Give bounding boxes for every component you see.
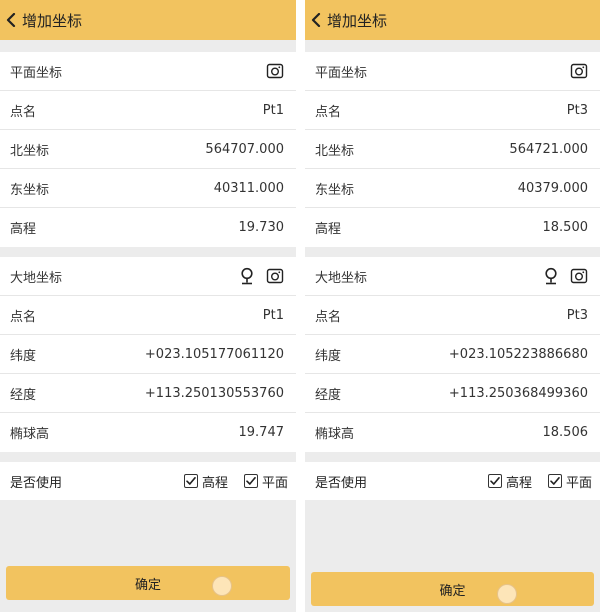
ellipsoid-height-value: 18.506 (542, 425, 589, 440)
geodetic-icons (542, 267, 588, 285)
elevation-checkbox[interactable]: 高程 (487, 472, 532, 491)
plane-checkbox-label: 平面 (261, 475, 288, 491)
usage-label: 是否使用 (315, 475, 368, 491)
latitude-value: +023.105177061120 (144, 346, 284, 362)
longitude-value: +113.250368499360 (448, 385, 588, 401)
easting-value: 40379.000 (517, 180, 588, 196)
touch-indicator (212, 576, 232, 596)
point-name-label: 点名 (315, 104, 342, 120)
geodetic-coordinates-section: 大地坐标 点名 Pt3 纬度 +023.105223886680 经度 +113… (305, 257, 600, 452)
plane-header: 平面坐标 (10, 65, 63, 81)
northing-row[interactable]: 北坐标 564721.000 (305, 130, 600, 169)
camera-icon[interactable] (266, 267, 284, 285)
geodetic-header-row: 大地坐标 (0, 257, 296, 296)
plane-coordinates-section: 平面坐标 点名 Pt3 北坐标 564721.000 东坐标 40379.000… (305, 52, 600, 247)
checkbox-checked-icon (183, 474, 198, 488)
camera-icon[interactable] (570, 267, 588, 285)
confirm-button[interactable]: 确定 (6, 566, 290, 600)
longitude-row[interactable]: 经度 +113.250130553760 (0, 374, 296, 413)
northing-value: 564707.000 (205, 141, 284, 157)
northing-label: 北坐标 (10, 143, 50, 159)
geodetic-header: 大地坐标 (315, 270, 368, 286)
confirm-button[interactable]: 确定 (311, 572, 594, 606)
elevation-value: 18.500 (542, 220, 589, 235)
screen-left: 增加坐标 平面坐标 点名 Pt1 北坐标 564707.000 东坐标 4031… (0, 0, 296, 612)
point-name-value: Pt1 (262, 102, 284, 118)
geodetic-header: 大地坐标 (10, 270, 63, 286)
easting-row[interactable]: 东坐标 40311.000 (0, 169, 296, 208)
elevation-checkbox-label: 高程 (201, 475, 228, 491)
usage-label: 是否使用 (10, 475, 63, 491)
latitude-label: 纬度 (10, 348, 37, 364)
point-name-row[interactable]: 点名 Pt3 (305, 91, 600, 130)
camera-icon[interactable] (570, 62, 588, 80)
longitude-row[interactable]: 经度 +113.250368499360 (305, 374, 600, 413)
latitude-label: 纬度 (315, 348, 342, 364)
elevation-checkbox-label: 高程 (505, 475, 532, 491)
plane-checkbox[interactable]: 平面 (547, 472, 592, 491)
point-name-row[interactable]: 点名 Pt1 (0, 91, 296, 130)
longitude-label: 经度 (315, 387, 342, 403)
easting-label: 东坐标 (10, 182, 50, 198)
back-icon[interactable] (311, 12, 325, 28)
location-pin-icon[interactable] (238, 267, 256, 285)
app-bar: 增加坐标 (305, 0, 600, 40)
geo-point-name-row[interactable]: 点名 Pt3 (305, 296, 600, 335)
elevation-checkbox[interactable]: 高程 (183, 472, 228, 491)
plane-checkbox-label: 平面 (565, 475, 592, 491)
back-icon[interactable] (6, 12, 20, 28)
point-name-label: 点名 (10, 104, 37, 120)
plane-checkbox[interactable]: 平面 (243, 472, 288, 491)
longitude-label: 经度 (10, 387, 37, 403)
northing-row[interactable]: 北坐标 564707.000 (0, 130, 296, 169)
northing-label: 北坐标 (315, 143, 355, 159)
elevation-row[interactable]: 高程 19.730 (0, 208, 296, 247)
elevation-row[interactable]: 高程 18.500 (305, 208, 600, 247)
checkbox-checked-icon (487, 474, 502, 488)
usage-checks: 高程 平面 (183, 472, 288, 491)
latitude-value: +023.105223886680 (448, 346, 588, 362)
plane-coordinates-section: 平面坐标 点名 Pt1 北坐标 564707.000 东坐标 40311.000… (0, 52, 296, 247)
latitude-row[interactable]: 纬度 +023.105177061120 (0, 335, 296, 374)
elevation-value: 19.730 (238, 220, 285, 235)
checkbox-checked-icon (547, 474, 562, 488)
location-pin-icon[interactable] (542, 267, 560, 285)
ellipsoid-height-label: 椭球高 (315, 427, 355, 442)
screen-right: 增加坐标 平面坐标 点名 Pt3 北坐标 564721.000 东坐标 4037… (305, 0, 600, 612)
geo-point-name-label: 点名 (10, 309, 37, 325)
plane-header: 平面坐标 (315, 65, 368, 81)
longitude-value: +113.250130553760 (144, 385, 284, 401)
ellipsoid-height-row[interactable]: 椭球高 18.506 (305, 413, 600, 452)
plane-header-row: 平面坐标 (0, 52, 296, 91)
usage-row: 是否使用 高程 平面 (305, 462, 600, 500)
geodetic-coordinates-section: 大地坐标 点名 Pt1 纬度 +023.105177061120 经度 +113… (0, 257, 296, 452)
point-name-value: Pt3 (566, 102, 588, 118)
elevation-label: 高程 (10, 222, 37, 237)
camera-icon[interactable] (266, 62, 284, 80)
usage-checks: 高程 平面 (487, 472, 592, 491)
northing-value: 564721.000 (509, 141, 588, 157)
usage-row: 是否使用 高程 平面 (0, 462, 296, 500)
touch-indicator (497, 584, 517, 604)
geo-point-name-value: Pt1 (262, 307, 284, 323)
easting-label: 东坐标 (315, 182, 355, 198)
geo-point-name-row[interactable]: 点名 Pt1 (0, 296, 296, 335)
ellipsoid-height-row[interactable]: 椭球高 19.747 (0, 413, 296, 452)
geo-point-name-label: 点名 (315, 309, 342, 325)
ellipsoid-height-label: 椭球高 (10, 427, 50, 442)
easting-value: 40311.000 (213, 180, 284, 196)
app-bar: 增加坐标 (0, 0, 296, 40)
plane-header-row: 平面坐标 (305, 52, 600, 91)
easting-row[interactable]: 东坐标 40379.000 (305, 169, 600, 208)
ellipsoid-height-value: 19.747 (238, 425, 285, 440)
geodetic-header-row: 大地坐标 (305, 257, 600, 296)
page-title: 增加坐标 (22, 11, 83, 30)
page-title: 增加坐标 (327, 11, 388, 30)
checkbox-checked-icon (243, 474, 258, 488)
elevation-label: 高程 (315, 222, 342, 237)
latitude-row[interactable]: 纬度 +023.105223886680 (305, 335, 600, 374)
geodetic-icons (238, 267, 284, 285)
geo-point-name-value: Pt3 (566, 307, 588, 323)
